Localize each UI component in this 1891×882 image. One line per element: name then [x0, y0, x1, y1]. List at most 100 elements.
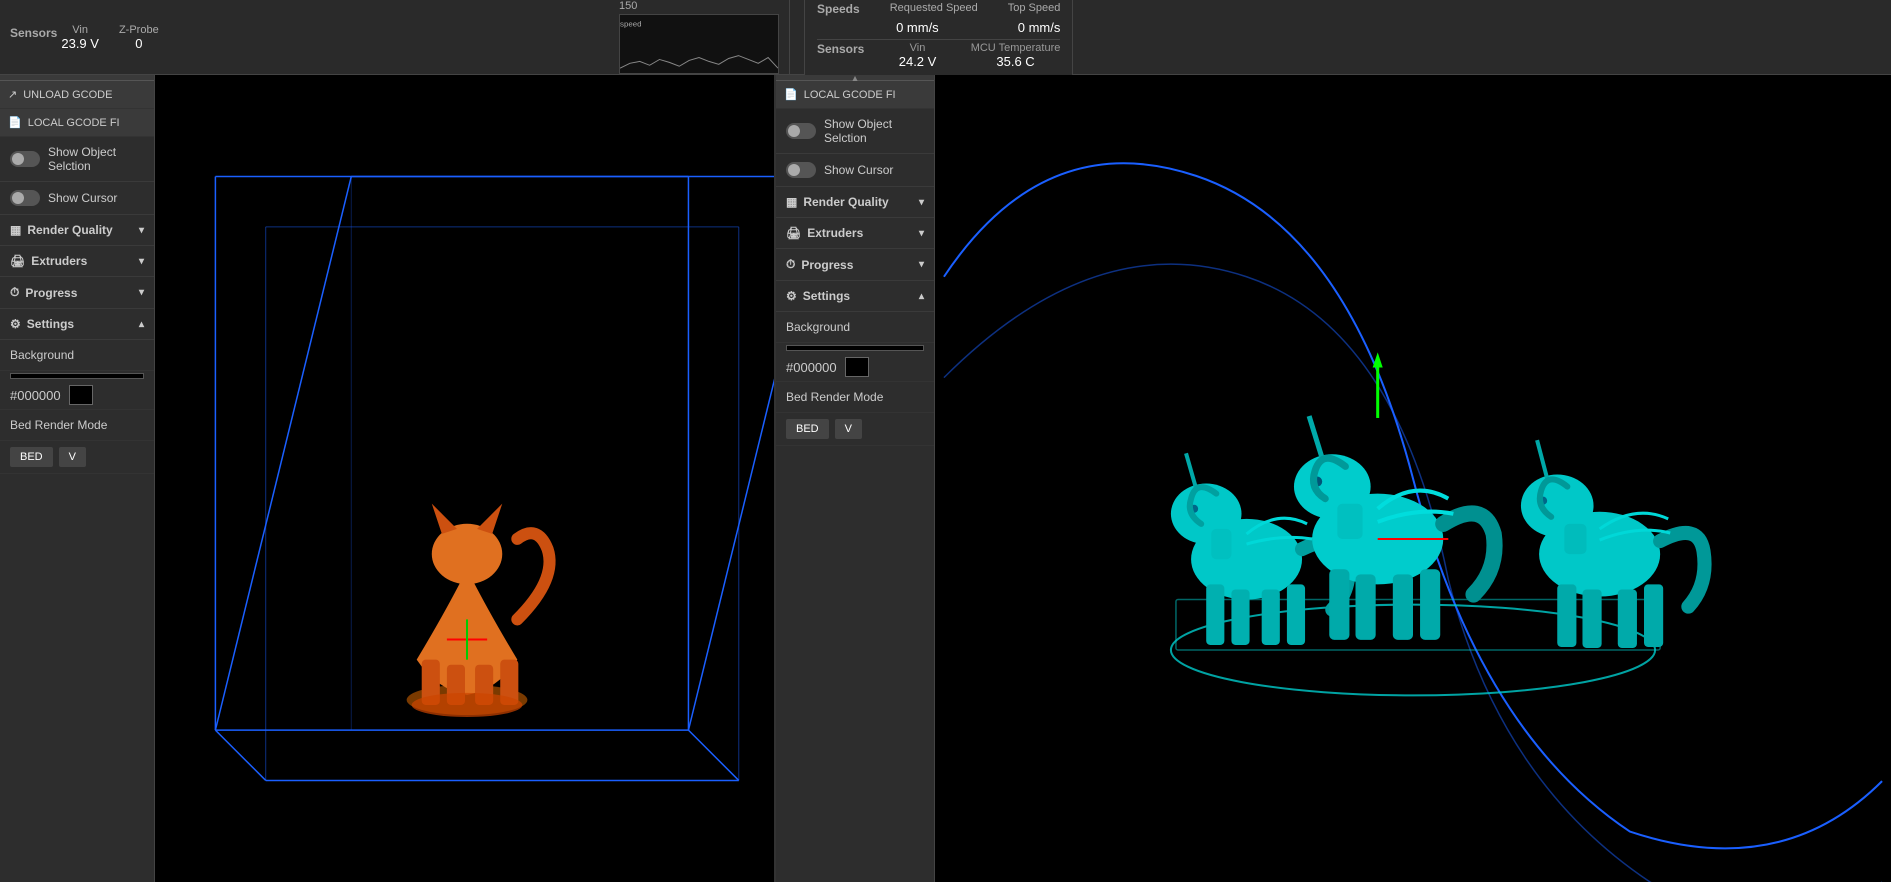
show-cursor-label-right: Show Cursor	[824, 163, 893, 177]
v-button-right[interactable]: V	[835, 419, 862, 439]
zprobe-col: Z-Probe 0	[119, 24, 159, 51]
show-cursor-label-left: Show Cursor	[48, 191, 117, 205]
show-cursor-switch-left[interactable]	[10, 190, 40, 206]
zprobe-name: Z-Probe	[119, 24, 159, 36]
progress-label-right: Progress	[801, 258, 853, 272]
left-sensors-block: Sensors Vin 23.9 V Z-Probe 0	[10, 24, 159, 51]
color-swatch-right[interactable]	[845, 357, 869, 377]
settings-section-right[interactable]: ⚙ Settings ▴	[776, 281, 934, 312]
vin-right-label: Vin	[910, 42, 926, 54]
show-object-switch-left[interactable]	[10, 151, 40, 167]
left-sensors-label: Sensors	[10, 24, 57, 40]
vin-right-value: 24.2 V	[899, 54, 937, 69]
render-quality-label-left: Render Quality	[27, 223, 112, 237]
main-content: ↗ UNLOAD GCODE 📄 LOCAL GCODE FI Show Obj…	[0, 75, 1891, 882]
settings-chevron-left: ▴	[139, 319, 144, 330]
top-bar: Sensors Vin 23.9 V Z-Probe 0 150 speed	[0, 0, 1891, 75]
show-cursor-switch-right[interactable]	[786, 162, 816, 178]
show-object-label-left: Show Object Selction	[48, 145, 144, 173]
left-viewport	[155, 75, 775, 882]
file-icon-left: 📄	[8, 116, 22, 129]
show-cursor-toggle-right: Show Cursor	[776, 154, 934, 187]
mcu-temp-value: 35.6 C	[996, 54, 1034, 69]
color-swatch-left[interactable]	[69, 385, 93, 405]
settings-section-left[interactable]: ⚙ Settings ▴	[0, 309, 154, 340]
divider	[817, 39, 1060, 40]
right-viewport	[935, 75, 1891, 882]
show-object-toggle-left: Show Object Selction	[0, 137, 154, 182]
file-icon-right: 📄	[784, 88, 798, 101]
extruders-section-left[interactable]: 🖨 Extruders ▾	[0, 246, 154, 277]
bed-button-right[interactable]: BED	[786, 419, 829, 439]
left-sensors-cols: Vin 23.9 V Z-Probe 0	[61, 24, 158, 51]
extruders-section-right[interactable]: 🖨 Extruders ▾	[776, 218, 934, 249]
right-viewport-canvas	[935, 75, 1891, 882]
top-speed-value: 0 mm/s	[1018, 20, 1061, 35]
show-object-toggle-right: Show Object Selction	[776, 109, 934, 154]
bed-button-left[interactable]: BED	[10, 447, 53, 467]
top-bar-right: Speeds Requested Speed Top Speed 0 mm/s …	[790, 0, 1891, 74]
color-row-right: #000000	[776, 353, 934, 382]
bed-button-row-right: BED V	[776, 413, 934, 446]
top-speed-label: Top Speed	[1008, 2, 1061, 16]
speeds-header-row: Speeds Requested Speed Top Speed	[817, 2, 1060, 16]
progress-label-left: Progress	[25, 286, 77, 300]
speeds-label: Speeds	[817, 2, 860, 16]
progress-icon-left: ⏱	[10, 285, 19, 300]
color-bar-left	[10, 373, 144, 379]
requested-speed-value: 0 mm/s	[896, 20, 939, 35]
local-gcode-button-left[interactable]: 📄 LOCAL GCODE FI	[0, 109, 154, 137]
speeds-value-row: 0 mm/s 0 mm/s	[817, 20, 1060, 35]
color-bar-right	[786, 345, 924, 351]
extruders-chevron-right: ▾	[919, 228, 924, 239]
extruders-chevron-left: ▾	[139, 256, 144, 267]
mcu-temp-label: MCU Temperature	[971, 42, 1061, 54]
color-text-left: #000000	[10, 388, 61, 403]
settings-label-right: Settings	[803, 289, 850, 303]
graph-svg: speed	[620, 15, 778, 73]
local-gcode-label-right: LOCAL GCODE FI	[804, 89, 896, 101]
extruder-icon-right: 🖨	[786, 226, 801, 240]
left-viewport-canvas	[155, 75, 774, 882]
render-chevron-left: ▾	[139, 225, 144, 236]
sensors-row: Sensors Vin 24.2 V MCU Temperature 35.6 …	[817, 42, 1060, 69]
background-label-right: Background	[776, 312, 934, 343]
zprobe-val: 0	[135, 36, 142, 51]
unload-gcode-button[interactable]: ↗ UNLOAD GCODE	[0, 81, 154, 109]
progress-section-right[interactable]: ⏱ Progress ▾	[776, 249, 934, 281]
render-chevron-right: ▾	[919, 197, 924, 208]
render-quality-section-left[interactable]: ▦ Render Quality ▾	[0, 215, 154, 246]
progress-icon-right: ⏱	[786, 257, 795, 272]
render-icon-left: ▦	[10, 223, 21, 237]
render-quality-label-right: Render Quality	[803, 195, 888, 209]
local-gcode-label-left: LOCAL GCODE FI	[28, 117, 120, 129]
local-gcode-button-right[interactable]: 📄 LOCAL GCODE FI	[776, 81, 934, 109]
render-icon-right: ▦	[786, 195, 797, 209]
background-label-left: Background	[0, 340, 154, 371]
bed-render-label-right: Bed Render Mode	[776, 382, 934, 413]
progress-section-left[interactable]: ⏱ Progress ▾	[0, 277, 154, 309]
right-3d-scene	[935, 75, 1891, 882]
show-object-label-right: Show Object Selction	[824, 117, 924, 145]
extruder-icon-left: 🖨	[10, 254, 25, 268]
progress-chevron-left: ▾	[139, 287, 144, 298]
right-sidebar: ▴ 📄 LOCAL GCODE FI Show Object Selction …	[775, 75, 935, 882]
show-object-switch-right[interactable]	[786, 123, 816, 139]
progress-chevron-right: ▾	[919, 259, 924, 270]
sensors-label-right: Sensors	[817, 42, 864, 69]
svg-text:speed: speed	[620, 20, 641, 29]
color-row-left: #000000	[0, 381, 154, 410]
unload-icon: ↗	[8, 88, 17, 101]
left-3d-scene	[155, 75, 774, 882]
v-button-left[interactable]: V	[59, 447, 86, 467]
render-quality-section-right[interactable]: ▦ Render Quality ▾	[776, 187, 934, 218]
extruders-label-right: Extruders	[807, 226, 863, 240]
bed-button-row-left: BED V	[0, 441, 154, 474]
vin-right-col: Vin 24.2 V	[899, 42, 937, 69]
unload-label: UNLOAD GCODE	[23, 89, 112, 101]
vin-name: Vin	[72, 24, 88, 36]
top-bar-left: Sensors Vin 23.9 V Z-Probe 0 150 speed	[0, 0, 790, 74]
settings-label-left: Settings	[27, 317, 74, 331]
graph-area: speed	[619, 14, 779, 74]
graph-label: 150	[619, 0, 637, 12]
